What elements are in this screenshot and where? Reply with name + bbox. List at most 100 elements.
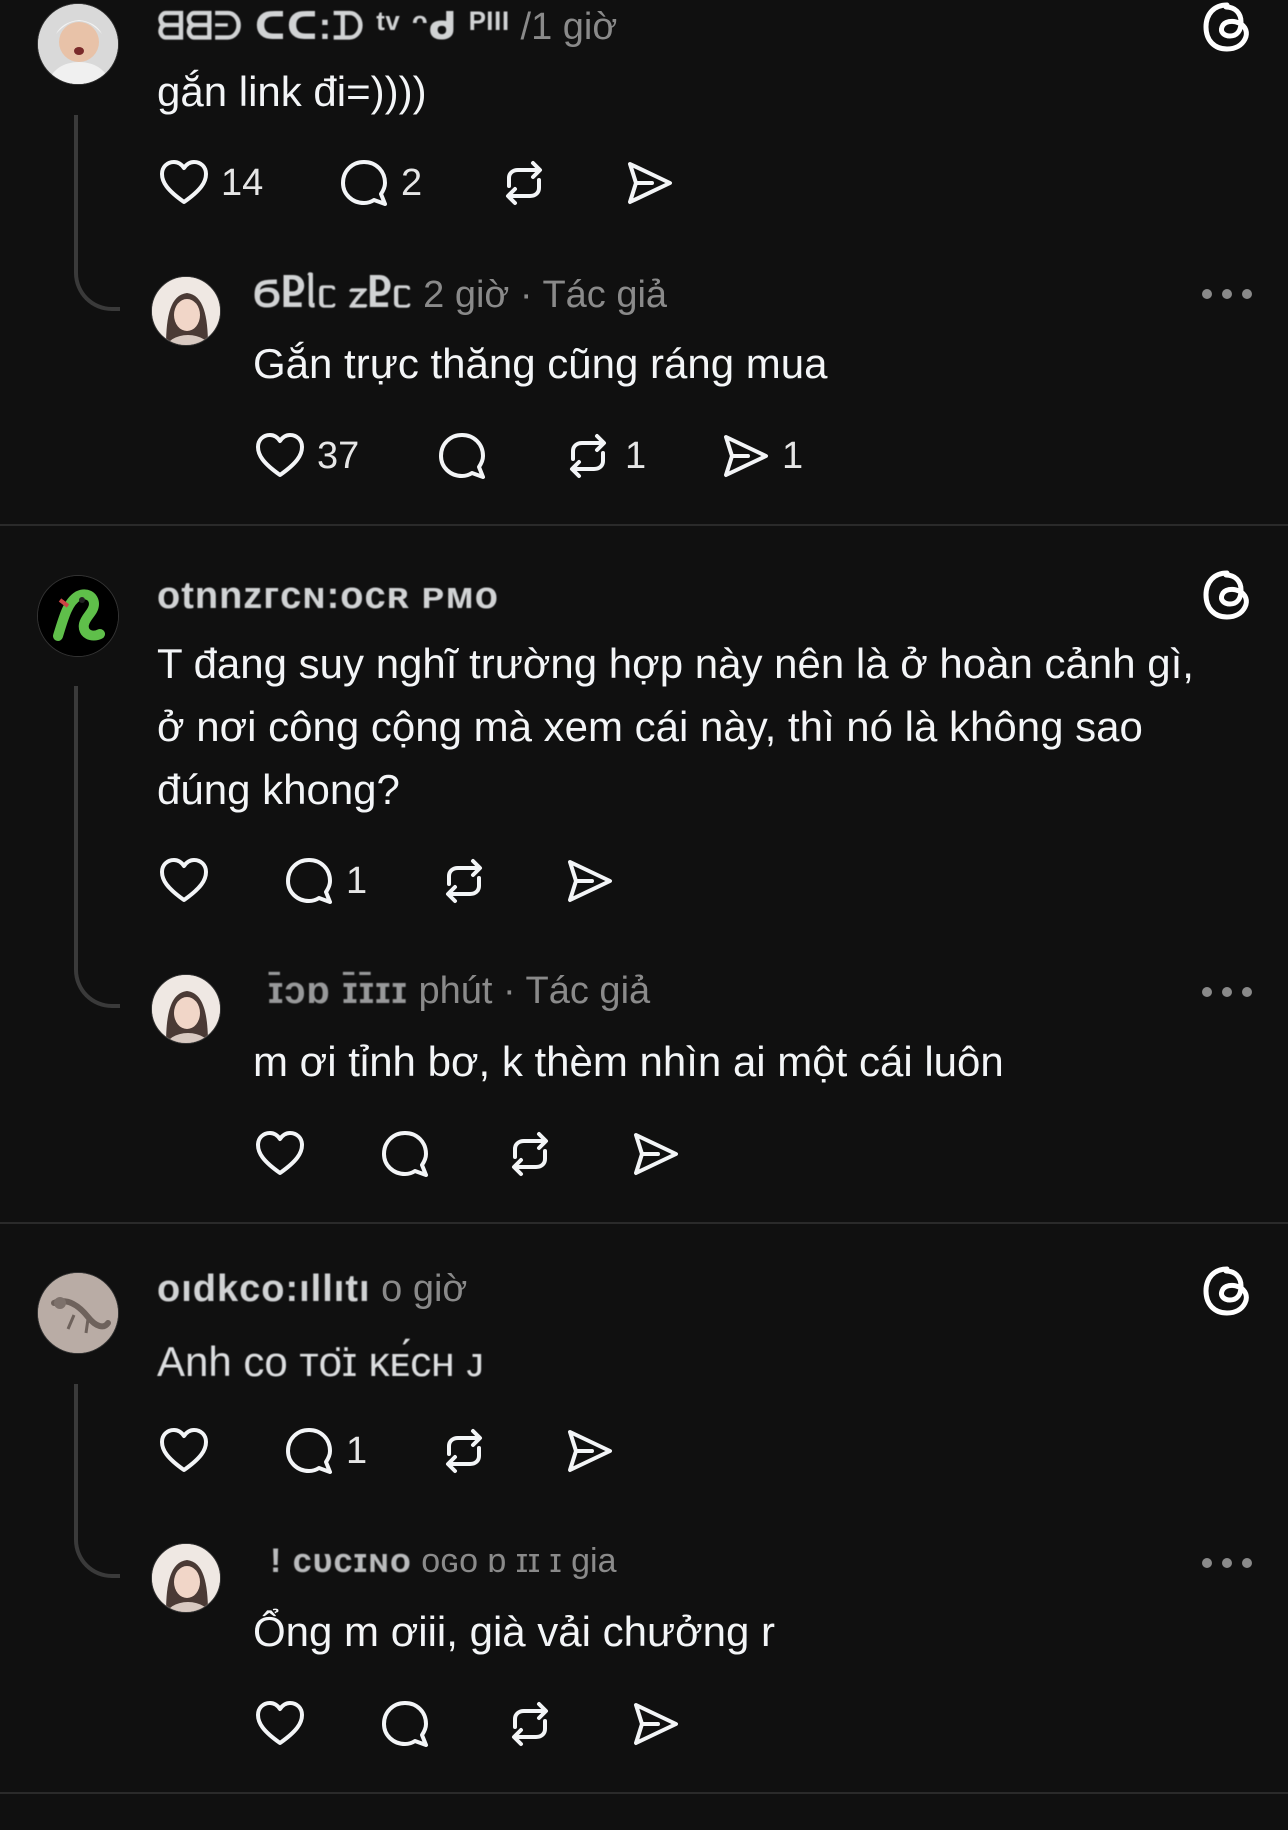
like-button[interactable]	[253, 1696, 317, 1752]
author-tag: gia	[571, 1542, 617, 1580]
avatar[interactable]	[37, 3, 119, 85]
threads-logo-icon[interactable]	[1200, 1264, 1254, 1318]
repost-icon	[506, 161, 542, 205]
repost-button[interactable]	[503, 1696, 567, 1752]
comment-icon	[341, 160, 387, 206]
username[interactable]: ᗺᗺᕭ ᑕᑕ:ᗪ ᵗᵛ ᵔᑯ ᴾᴵᴵᴵ	[157, 6, 510, 48]
timestamp: o giờ	[381, 1268, 468, 1310]
reply-avatar[interactable]	[151, 276, 221, 346]
repost-icon	[512, 1132, 548, 1176]
reply-count: 1	[346, 859, 368, 902]
author-tag: Tác giả	[542, 274, 668, 316]
comment-icon	[286, 858, 332, 904]
like-count: 14	[221, 161, 264, 204]
reply-actions	[253, 1696, 813, 1752]
avatar[interactable]	[37, 1272, 119, 1354]
username[interactable]: ɪ̄ɔɒ ɪ̄ɪ̄ɪɪ	[268, 970, 408, 1012]
reply-meta: ɪ̄ɔɒ ɪ̄ɪ̄ɪɪ phút · Tác giả	[268, 970, 650, 1013]
threads-logo-icon[interactable]	[1200, 0, 1254, 54]
share-icon	[628, 162, 672, 204]
like-button[interactable]	[157, 1423, 221, 1479]
share-button[interactable]	[562, 853, 626, 909]
like-button[interactable]	[157, 853, 221, 909]
reply-button[interactable]	[378, 1696, 442, 1752]
like-button[interactable]	[253, 1126, 317, 1182]
like-button[interactable]: 14	[157, 155, 263, 211]
reply-button[interactable]: 2	[337, 155, 422, 211]
comment-actions: 1	[157, 1423, 717, 1479]
share-button[interactable]	[628, 1126, 692, 1182]
reply-button[interactable]	[435, 428, 499, 484]
comment-icon	[439, 433, 485, 479]
username[interactable]: otnnᴢᴦᴄɴ:ᴏᴄʀ ᴘᴍᴏ	[157, 575, 499, 617]
meta-separator: ·	[519, 274, 533, 316]
repost-icon	[570, 434, 606, 478]
share-button[interactable]	[562, 1423, 626, 1479]
comment-actions: 14 2	[157, 155, 717, 211]
comment-text: Anh co ᴛᴏ̈ɪ ᴋᴇ́ᴄʜ ᴊ	[157, 1338, 484, 1385]
share-button[interactable]	[622, 155, 686, 211]
avatar[interactable]	[37, 575, 119, 657]
share-icon	[634, 1133, 678, 1175]
comment-meta: oıdkco:ıllıtı o giờ	[157, 1268, 467, 1311]
more-icon[interactable]	[1202, 286, 1252, 302]
comment-text: gắn link đi=))))	[157, 68, 427, 115]
heart-icon	[160, 160, 208, 204]
comment-icon	[286, 1428, 332, 1474]
repost-count: 1	[625, 434, 647, 477]
timestamp: phút	[418, 970, 493, 1012]
meta-separator: ·	[503, 970, 516, 1012]
reply-button[interactable]	[378, 1126, 442, 1182]
reply-actions: 37 1 1	[253, 428, 813, 484]
username[interactable]: ! ᴄᴜᴄɪɴᴏ	[270, 1542, 412, 1580]
divider	[0, 1222, 1288, 1224]
more-icon[interactable]	[1202, 984, 1252, 1000]
heart-icon	[160, 858, 208, 902]
comment-icon	[382, 1131, 428, 1177]
timestamp: ᴏɢᴏ ɒ ɪɪ ɪ	[421, 1542, 562, 1580]
more-icon[interactable]	[1202, 1555, 1252, 1571]
reply-text: Ổng m ơiii, già vải chưởng r	[253, 1608, 776, 1655]
share-icon	[568, 860, 612, 902]
comment-actions: 1	[157, 853, 717, 909]
repost-button[interactable]	[437, 853, 501, 909]
share-button[interactable]: 1	[718, 428, 803, 484]
heart-icon	[256, 433, 304, 477]
username[interactable]: oıdkco:ıllıtı	[157, 1268, 371, 1310]
reply-avatar[interactable]	[151, 974, 221, 1044]
threads-logo-icon[interactable]	[1200, 568, 1254, 622]
like-count: 37	[317, 434, 360, 477]
timestamp: /1 giờ	[520, 6, 618, 48]
like-button[interactable]: 37	[253, 428, 359, 484]
thread-connector	[74, 1384, 120, 1578]
comment-meta: otnnᴢᴦᴄɴ:ᴏᴄʀ ᴘᴍᴏ	[157, 575, 499, 618]
divider	[0, 524, 1288, 526]
heart-icon	[256, 1701, 304, 1745]
reply-text: m ơi tỉnh bơ, k thèm nhìn ai một cái luô…	[253, 1038, 1004, 1085]
share-icon	[634, 1703, 678, 1745]
repost-button[interactable]	[503, 1126, 567, 1182]
divider	[0, 1792, 1288, 1794]
share-icon	[568, 1430, 612, 1472]
heart-icon	[256, 1131, 304, 1175]
share-button[interactable]	[628, 1696, 692, 1752]
reply-meta: ϬႲᥣᥴ ᤁႲᥴ 2 giờ · Tác giả	[253, 272, 667, 318]
repost-button[interactable]	[437, 1423, 501, 1479]
reply-button[interactable]: 1	[282, 1423, 367, 1479]
reply-button[interactable]: 1	[282, 853, 367, 909]
repost-button[interactable]	[497, 155, 561, 211]
author-tag: Tác giả	[525, 970, 651, 1012]
repost-icon	[512, 1702, 548, 1746]
share-count: 1	[782, 434, 804, 477]
comment-meta: ᗺᗺᕭ ᑕᑕ:ᗪ ᵗᵛ ᵔᑯ ᴾᴵᴵᴵ /1 giờ	[157, 4, 617, 49]
heart-icon	[160, 1428, 208, 1472]
reply-avatar[interactable]	[151, 1543, 221, 1613]
username[interactable]: ϬႲᥣᥴ ᤁႲᥴ	[253, 274, 413, 316]
repost-button[interactable]: 1	[561, 428, 646, 484]
share-icon	[724, 435, 768, 477]
reply-count: 1	[346, 1429, 368, 1472]
reply-actions	[253, 1126, 813, 1182]
reply-meta: ! ᴄᴜᴄɪɴᴏ ᴏɢᴏ ɒ ɪɪ ɪ gia	[270, 1542, 616, 1581]
repost-icon	[446, 1429, 482, 1473]
comment-icon	[382, 1701, 428, 1747]
